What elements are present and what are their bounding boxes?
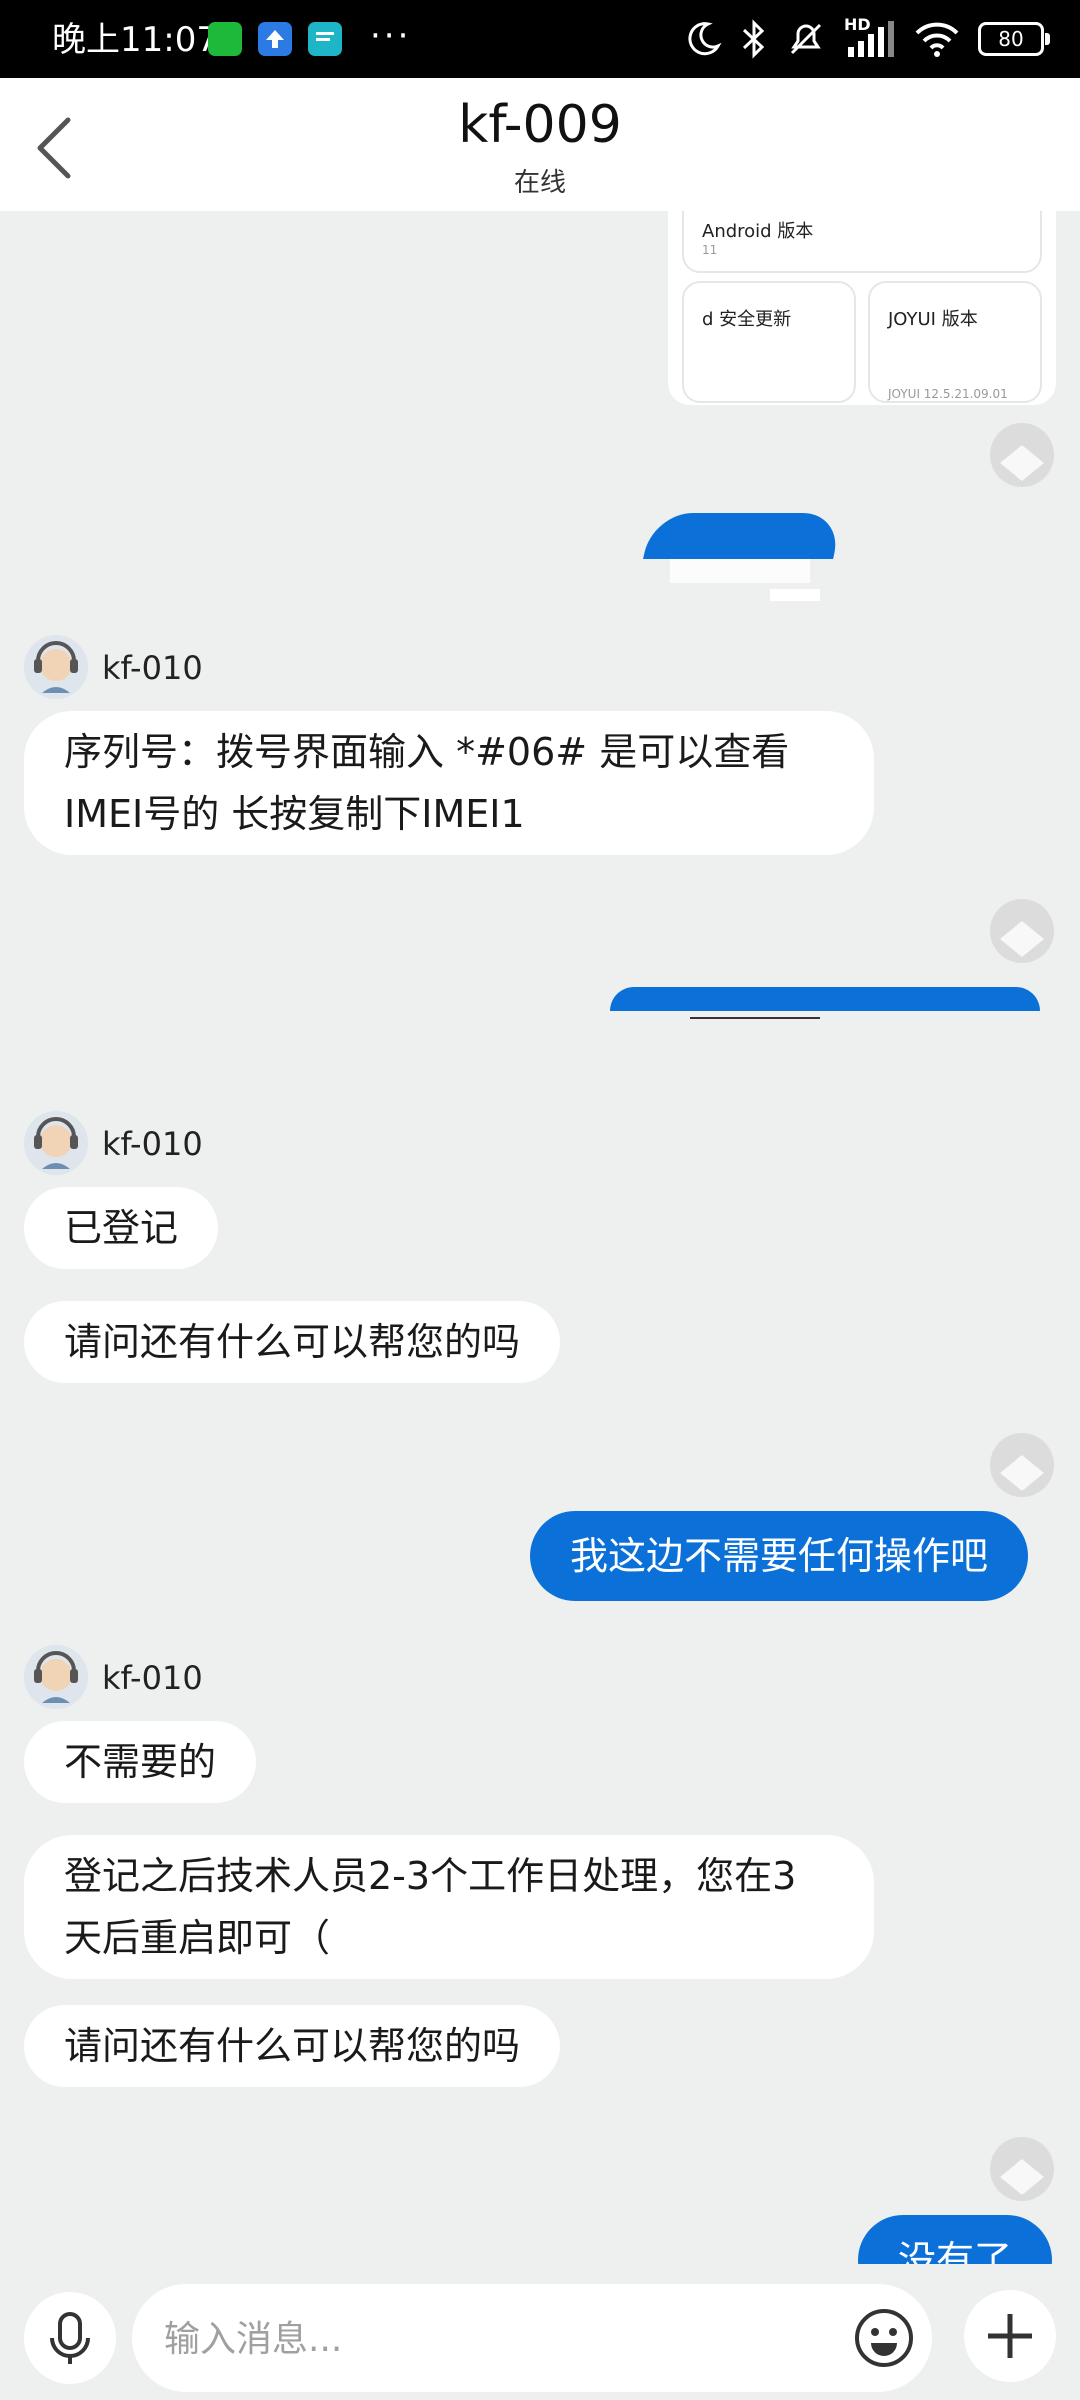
chat-title: kf-009	[458, 95, 622, 155]
security-update-tile: d 安全更新	[682, 281, 856, 403]
corrupted-message-bubble[interactable]	[640, 499, 840, 609]
sent-image-card[interactable]: Android 版本 11 d 安全更新 JOYUI 版本 JOYUI 12.5…	[668, 211, 1056, 405]
agent-avatar-icon	[34, 641, 78, 693]
moon-icon	[688, 22, 722, 56]
more-actions-button[interactable]	[964, 2290, 1056, 2382]
agent-message-bubble[interactable]: 序列号：拨号界面输入 *#06# 是可以查看IMEI号的 长按复制下IMEI1	[24, 711, 874, 855]
user-avatar-icon	[1000, 445, 1044, 481]
sender-name: kf-010	[102, 1659, 203, 1697]
sender-name: kf-010	[102, 649, 203, 687]
agent-avatar-icon	[34, 1117, 78, 1169]
user-message-bubble[interactable]: 我这边不需要任何操作吧	[530, 1511, 1029, 1601]
user-avatar-icon	[1000, 921, 1044, 957]
online-status: 在线	[513, 168, 566, 198]
plus-icon	[988, 2314, 1032, 2358]
avatar[interactable]	[990, 423, 1054, 487]
avatar[interactable]	[24, 1645, 88, 1709]
message-list[interactable]: Android 版本 11 d 安全更新 JOYUI 版本 JOYUI 12.5…	[0, 211, 1080, 2264]
user-message-bubble[interactable]: 没有了	[858, 2215, 1053, 2264]
emoji-icon	[855, 2309, 913, 2367]
corrupted-message-bubble[interactable]	[610, 973, 1040, 1043]
bluetooth-icon	[742, 19, 765, 59]
avatar[interactable]	[990, 1433, 1054, 1497]
message-input[interactable]	[162, 2308, 846, 2370]
chat-header: kf-009 在线	[0, 78, 1080, 211]
avatar[interactable]	[990, 2137, 1054, 2201]
user-avatar-icon	[1000, 1455, 1044, 1491]
agent-avatar-icon	[34, 1651, 78, 1703]
avatar[interactable]	[990, 899, 1054, 963]
sender-name: kf-010	[102, 1125, 203, 1163]
wifi-icon	[915, 22, 959, 57]
avatar[interactable]	[24, 635, 88, 699]
signal-icon: HD	[844, 15, 896, 59]
message-input-container	[132, 2284, 932, 2392]
android-version-tile: Android 版本 11	[682, 211, 1042, 273]
status-bar: 晚上11:07 ··· HD 80	[0, 0, 1080, 78]
input-bar	[0, 2264, 1080, 2400]
mute-icon	[790, 23, 822, 55]
mic-icon	[50, 2312, 90, 2364]
upload-app-icon	[258, 22, 292, 56]
avatar[interactable]	[24, 1111, 88, 1175]
emoji-button[interactable]	[852, 2306, 916, 2370]
agent-message-bubble[interactable]: 登记之后技术人员2-3个工作日处理，您在3天后重启即可（	[24, 1835, 874, 1979]
more-notifications: ···	[370, 16, 412, 56]
voice-button[interactable]	[24, 2292, 116, 2384]
user-avatar-icon	[1000, 2159, 1044, 2195]
status-time: 晚上11:07	[52, 20, 218, 60]
message-app-icon	[308, 22, 342, 56]
agent-message-bubble[interactable]: 不需要的	[24, 1721, 257, 1803]
battery-icon: 80	[978, 22, 1050, 56]
agent-message-bubble[interactable]: 已登记	[24, 1187, 219, 1269]
agent-message-bubble[interactable]: 请问还有什么可以帮您的吗	[24, 1301, 561, 1383]
iqiyi-app-icon	[208, 22, 242, 56]
joyui-version-tile: JOYUI 版本 JOYUI 12.5.21.09.01	[868, 281, 1042, 403]
agent-message-bubble[interactable]: 请问还有什么可以帮您的吗	[24, 2005, 561, 2087]
